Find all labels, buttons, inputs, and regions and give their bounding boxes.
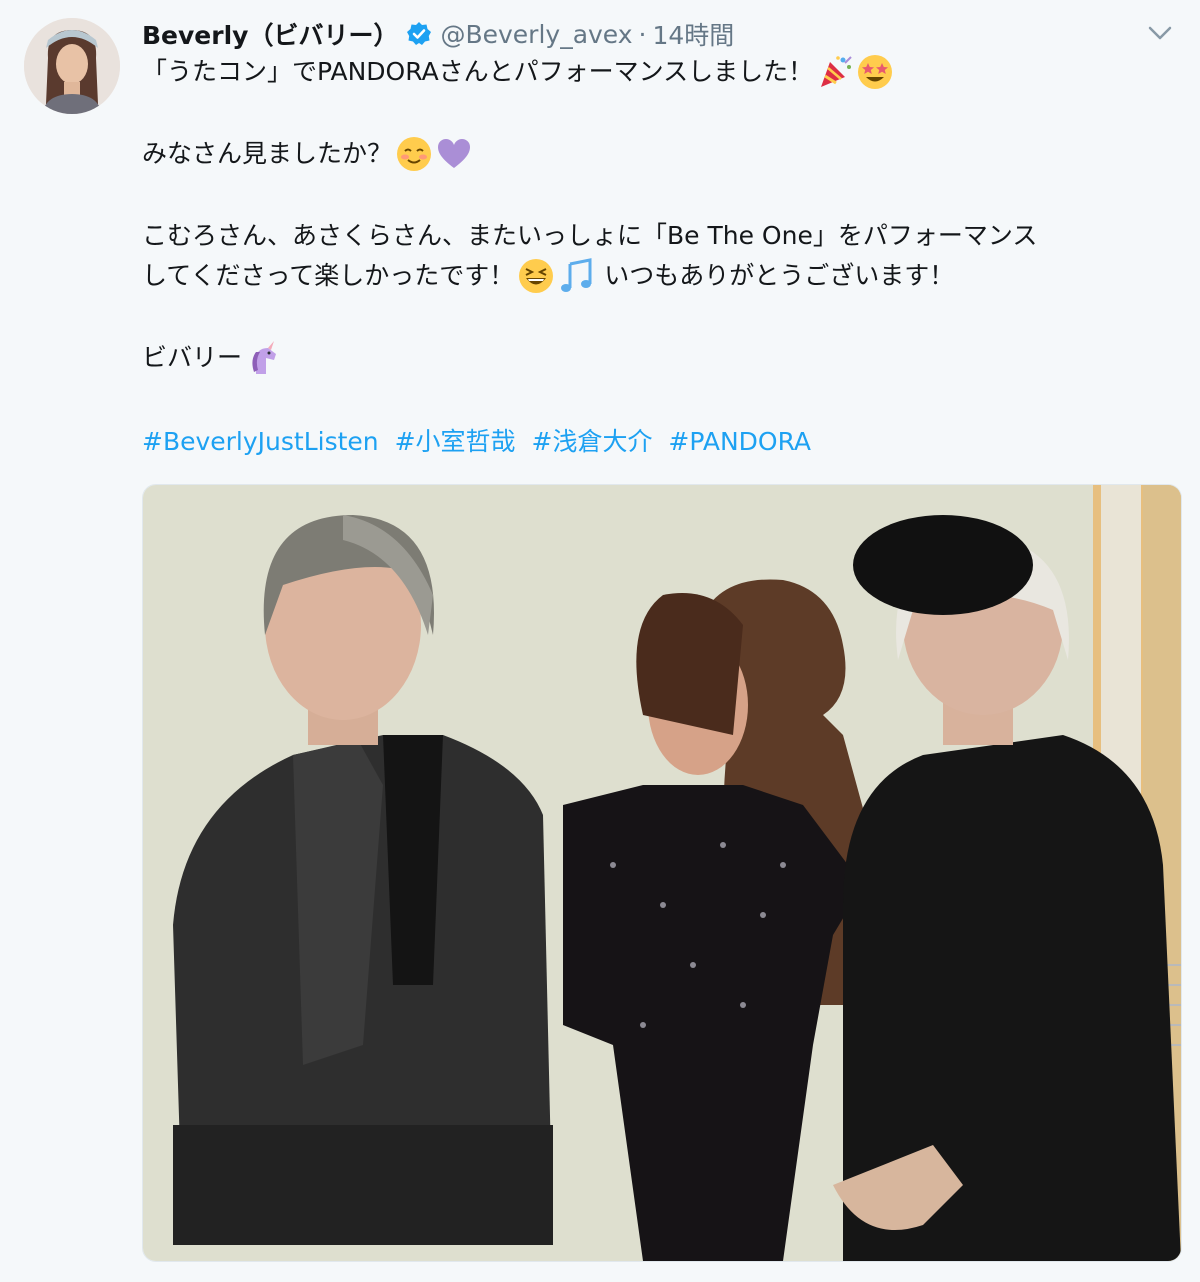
tweet-line-5: ビバリー bbox=[142, 338, 1172, 378]
tweet-timestamp[interactable]: 14時間 bbox=[653, 16, 735, 52]
tweet-line-3: こむろさん、あさくらさん、またいっしょに「Be The One」をパフォーマンス bbox=[142, 216, 1172, 256]
smiling-face-emoji bbox=[396, 136, 432, 172]
tweet-line-1-text: 「うたコン」でPANDORAさんとパフォーマンスしました！ bbox=[142, 57, 814, 86]
chevron-down-icon[interactable] bbox=[1146, 22, 1174, 44]
avatar[interactable] bbox=[24, 18, 120, 114]
hashtag-link[interactable]: #小室哲哉 bbox=[395, 427, 516, 456]
grinning-squinting-face-emoji bbox=[518, 258, 554, 294]
author-name[interactable]: Beverly（ビバリー） bbox=[142, 16, 398, 52]
hashtag-list: #BeverlyJustListen #小室哲哉 #浅倉大介 #PANDORA bbox=[142, 422, 819, 462]
tweet-line-1: 「うたコン」でPANDORAさんとパフォーマンスしました！ bbox=[142, 52, 1172, 92]
purple-heart-emoji bbox=[436, 136, 472, 172]
unicorn-emoji bbox=[246, 340, 282, 376]
tweet-photo[interactable] bbox=[142, 484, 1182, 1262]
author-handle[interactable]: @Beverly_avex bbox=[440, 20, 632, 49]
tweet-line-2: みなさん見ましたか？ bbox=[142, 134, 1172, 174]
tweet-line-4a-text: してくださって楽しかったです！ bbox=[142, 261, 515, 290]
hashtag-link[interactable]: #浅倉大介 bbox=[532, 427, 653, 456]
photo-image bbox=[143, 485, 1181, 1261]
hashtag-link[interactable]: #BeverlyJustListen bbox=[142, 427, 379, 456]
musical-note-emoji bbox=[558, 258, 594, 294]
tweet-text: 「うたコン」でPANDORAさんとパフォーマンスしました！ みなさん見ましたか？… bbox=[142, 52, 1172, 378]
tweet-line-2-text: みなさん見ましたか？ bbox=[142, 139, 393, 168]
star-struck-emoji bbox=[857, 54, 893, 90]
tweet-line-4: してくださって楽しかったです！ いつもありがとうございます！ bbox=[142, 256, 1172, 296]
tweet-card: Beverly（ビバリー） @Beverly_avex · 14時間 「うたコン… bbox=[0, 0, 1200, 1282]
tweet-line-3-text: こむろさん、あさくらさん、またいっしょに「Be The One」をパフォーマンス bbox=[142, 221, 1038, 250]
tweet-header: Beverly（ビバリー） @Beverly_avex · 14時間 bbox=[142, 14, 734, 54]
avatar-image bbox=[24, 18, 120, 114]
party-popper-emoji bbox=[817, 54, 853, 90]
verified-badge-icon bbox=[406, 21, 432, 47]
meta-separator: · bbox=[638, 19, 647, 49]
tweet-line-4b-text: いつもありがとうございます！ bbox=[604, 261, 955, 290]
hashtag-link[interactable]: #PANDORA bbox=[668, 427, 811, 456]
tweet-line-5-text: ビバリー bbox=[142, 343, 243, 372]
